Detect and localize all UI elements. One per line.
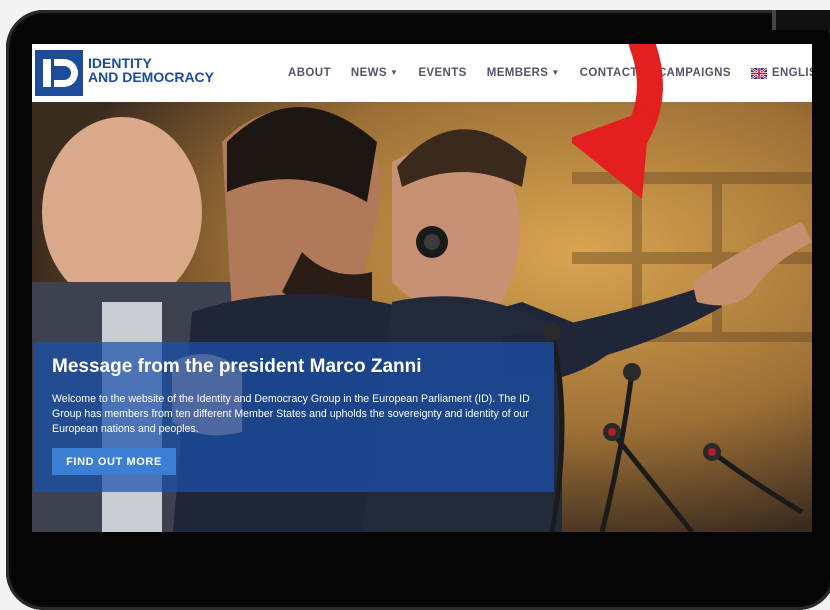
hero-text: Welcome to the website of the Identity a… xyxy=(52,393,530,435)
nav-item-members[interactable]: MEMBERS ▼ xyxy=(487,67,560,79)
nav-label: MEMBERS xyxy=(486,67,549,79)
browser-screen: IDENTITY AND DEMOCRACY ABOUT NEWS ▼ EVENT… xyxy=(32,44,812,532)
nav-label: EVENTS xyxy=(418,67,467,79)
brand-line-1: IDENTITY xyxy=(88,55,152,71)
chevron-down-icon: ▼ xyxy=(551,68,560,78)
uk-flag-icon xyxy=(750,67,767,79)
hero-title: Message from the president Marco Zanni xyxy=(52,356,422,377)
language-selector[interactable]: ENGLISH xyxy=(750,67,812,79)
nav-label: ABOUT xyxy=(288,67,331,79)
nav-item-events[interactable]: EVENTS xyxy=(418,67,466,79)
chevron-down-icon: ▼ xyxy=(390,68,399,78)
language-label: ENGLISH xyxy=(771,67,812,79)
find-out-more-button[interactable]: FIND OUT MORE xyxy=(52,448,176,475)
nav-label: NEWS xyxy=(350,67,387,79)
nav-item-about[interactable]: ABOUT xyxy=(288,67,331,79)
red-curved-arrow-icon xyxy=(572,44,663,199)
nav-item-news[interactable]: NEWS ▼ xyxy=(351,67,398,79)
hero-message-box: Message from the president Marco Zanni W… xyxy=(34,342,554,492)
device-edge xyxy=(772,10,830,30)
brand-line-2: AND DEMOCRACY xyxy=(88,69,214,85)
brand-name[interactable]: IDENTITY AND DEMOCRACY xyxy=(88,56,214,84)
id-logo-icon[interactable] xyxy=(35,50,83,96)
